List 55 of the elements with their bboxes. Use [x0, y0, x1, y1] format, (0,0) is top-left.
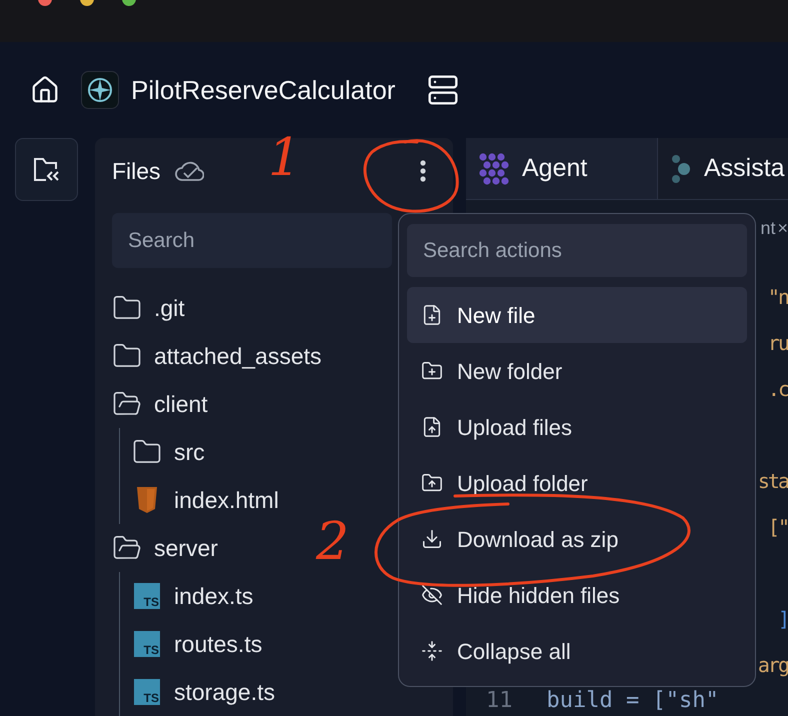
menu-item[interactable]: Upload files	[407, 399, 747, 455]
layout-icon[interactable]	[427, 74, 460, 106]
file-tree-item[interactable]: index.html	[132, 476, 283, 524]
project-title: PilotReserveCalculator	[131, 74, 396, 106]
code-line: .c	[768, 376, 788, 403]
folder-upload-icon	[421, 472, 443, 494]
file-tree-item[interactable]: client	[112, 380, 212, 428]
code-line: arg	[758, 652, 788, 679]
editor-tab-label[interactable]: nt	[760, 214, 776, 242]
handwritten-number: 1	[268, 132, 302, 184]
download-icon	[421, 528, 443, 550]
code-line: "n	[768, 284, 788, 311]
line-number: 11	[486, 690, 512, 712]
typescript-file-icon: TS	[134, 631, 160, 657]
menu-item[interactable]: Hide hidden files	[407, 567, 747, 623]
file-upload-icon	[421, 416, 443, 438]
file-tree-item[interactable]: attached_assets	[112, 332, 326, 380]
compass-logo-icon	[81, 71, 119, 109]
code-line: build = ["sh"	[546, 690, 719, 712]
handwritten-number: 2	[316, 516, 350, 568]
code-line: ["	[768, 514, 788, 541]
panel-tab[interactable]: Agent	[466, 138, 658, 199]
menu-item[interactable]: Collapse all	[407, 623, 747, 679]
folder-plus-icon	[421, 360, 443, 382]
file-tree-item[interactable]: .git	[112, 284, 189, 332]
code-line: ]	[778, 606, 788, 633]
files-title: Files	[112, 156, 161, 186]
file-tree-item[interactable]: server	[112, 524, 222, 572]
home-icon[interactable]	[30, 75, 60, 105]
menu-item[interactable]: New file	[407, 287, 747, 343]
typescript-file-icon: TS	[134, 583, 160, 609]
search-field[interactable]: Search	[112, 213, 392, 268]
cloud-check-icon	[174, 160, 204, 182]
dots-logo-icon	[478, 152, 510, 184]
search-actions-field[interactable]: Search actions	[407, 224, 747, 277]
more-icon	[420, 160, 426, 182]
collapse-icon	[421, 640, 443, 662]
html-file-icon	[135, 486, 159, 514]
menu-item[interactable]: Download as zip	[407, 511, 747, 567]
file-tree-item[interactable]: TS index.ts	[132, 572, 258, 620]
file-tree-item[interactable]: TS routes.ts	[132, 620, 266, 668]
close-tab-icon[interactable]: ×	[777, 214, 788, 242]
eye-off-icon	[421, 584, 443, 606]
collapse-files-button[interactable]	[15, 138, 78, 201]
assistant-logo-icon	[670, 152, 692, 184]
code-line: sta	[758, 468, 788, 495]
folder-collapse-icon	[32, 156, 62, 184]
file-plus-icon	[421, 304, 443, 326]
code-line: ru	[768, 330, 788, 357]
menu-item[interactable]: Upload folder	[407, 455, 747, 511]
typescript-file-icon: TS	[134, 679, 160, 705]
file-tree-item[interactable]: TS storage.ts	[132, 668, 279, 716]
more-options-button[interactable]	[420, 160, 426, 182]
file-tree-item[interactable]: src	[132, 428, 209, 476]
menu-item[interactable]: New folder	[407, 343, 747, 399]
